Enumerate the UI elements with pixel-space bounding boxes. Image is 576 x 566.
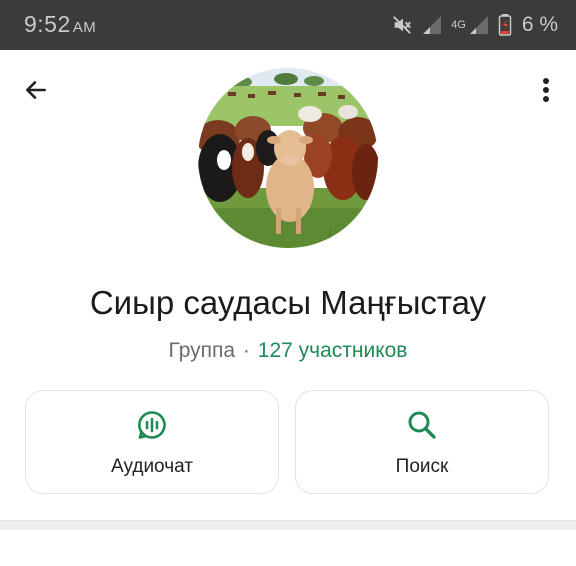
battery-percent: 6 % (521, 13, 558, 36)
battery-icon (498, 13, 512, 37)
more-vertical-icon (542, 77, 550, 108)
back-button[interactable] (16, 72, 56, 112)
section-divider (0, 520, 576, 530)
members-count-link[interactable]: 127 участников (258, 339, 408, 362)
meta-separator: · (242, 339, 250, 362)
audio-chat-icon-wrap (26, 409, 278, 446)
more-options-button[interactable] (530, 72, 562, 112)
group-subtitle: Группа · 127 участников (0, 339, 576, 363)
group-avatar[interactable] (198, 68, 378, 248)
group-type: Группа (168, 339, 236, 362)
clock-ampm: AM (72, 19, 97, 36)
arrow-left-icon (23, 77, 49, 108)
audio-chat-icon (136, 409, 168, 446)
cattle-herd-photo (198, 68, 378, 248)
status-bar: 9:52 AM 4G 6 % (0, 0, 576, 50)
search-button[interactable]: Поиск (295, 390, 549, 494)
search-label: Поиск (395, 456, 449, 477)
status-time: 9:52 AM (24, 11, 96, 38)
clock-time: 9:52 (24, 11, 71, 37)
search-icon (406, 409, 438, 446)
signal-icon (421, 14, 443, 36)
status-icons: 4G 6 % (391, 10, 558, 40)
group-title: Сиыр саудасы Маңғыстау (89, 284, 487, 321)
mute-icon (391, 14, 413, 36)
network-type: 4G (451, 19, 466, 31)
audio-chat-label: Аудиочат (111, 456, 193, 477)
signal-4g-icon: 4G (451, 14, 490, 36)
audio-chat-button[interactable]: Аудиочат (25, 390, 279, 494)
search-icon-wrap (296, 409, 548, 446)
